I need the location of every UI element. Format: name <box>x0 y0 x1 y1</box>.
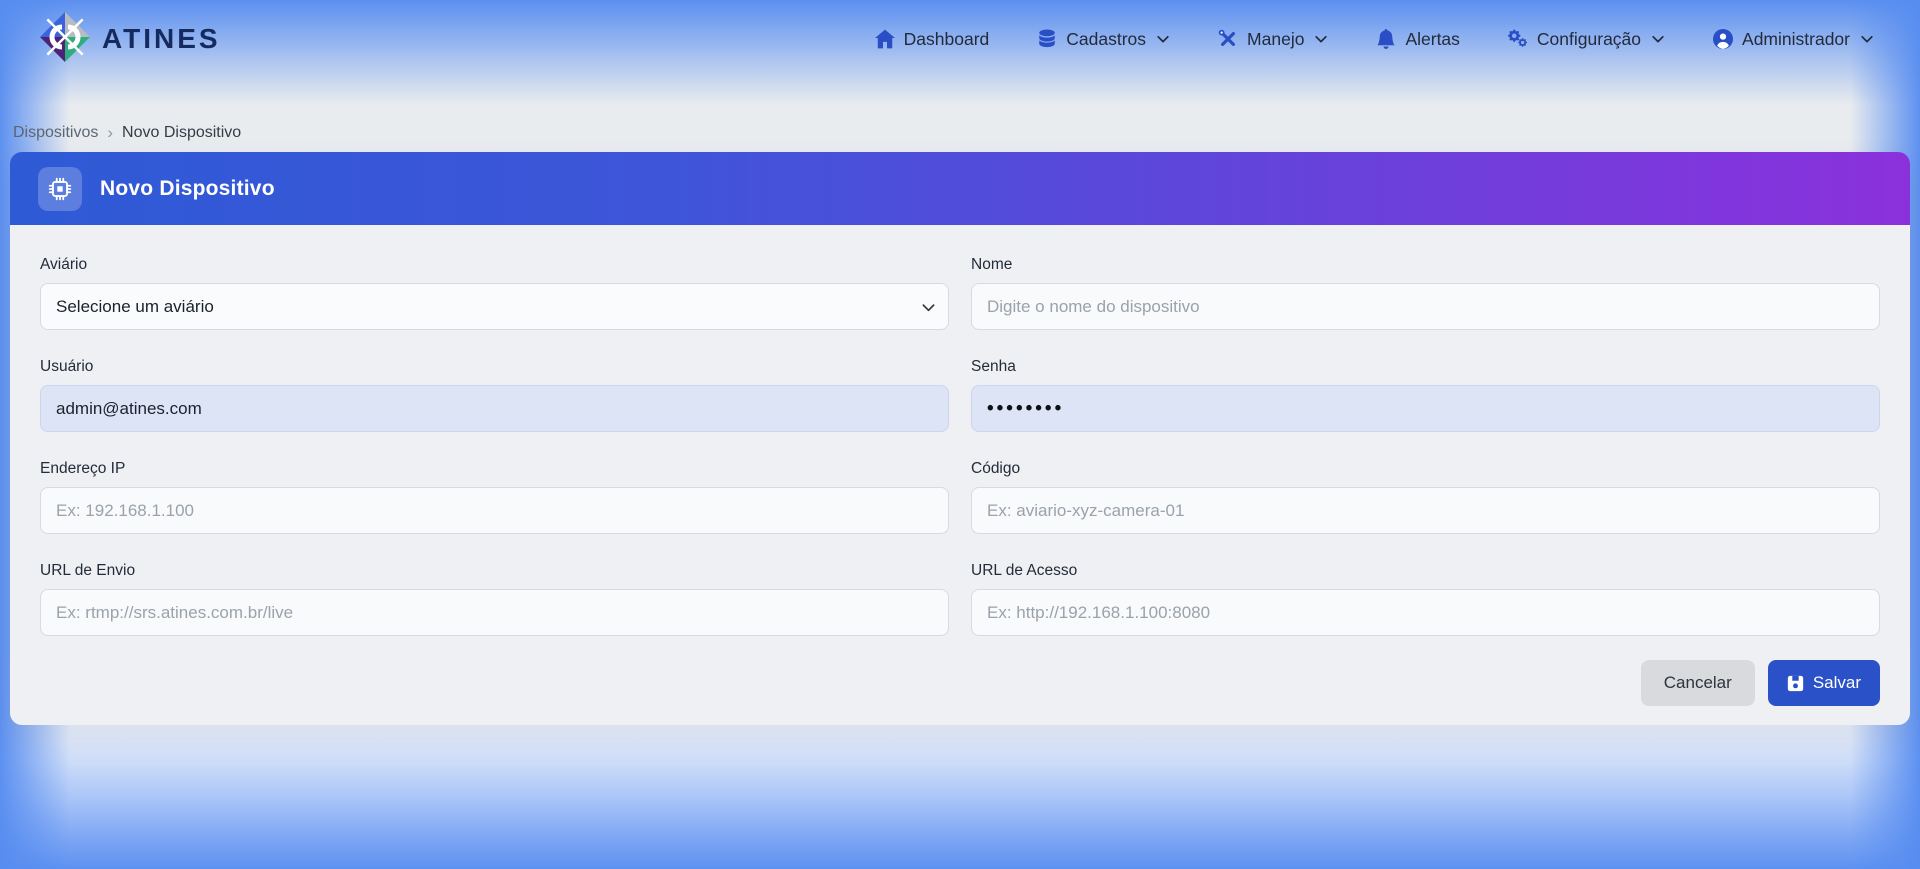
nav-label: Configuração <box>1537 29 1641 50</box>
aviario-select[interactable]: Selecione um aviário <box>40 283 949 330</box>
cancel-button[interactable]: Cancelar <box>1641 660 1755 706</box>
nav-items: Dashboard Cadastros <box>875 29 1874 50</box>
codigo-label: Código <box>971 459 1880 479</box>
url-envio-input[interactable] <box>40 589 949 636</box>
save-button-label: Salvar <box>1813 673 1861 693</box>
card-title: Novo Dispositivo <box>100 177 275 201</box>
nome-label: Nome <box>971 255 1880 275</box>
senha-label: Senha <box>971 357 1880 377</box>
chevron-down-icon <box>1314 32 1328 46</box>
save-floppy-icon <box>1787 675 1804 692</box>
field-group-senha: Senha <box>971 357 1880 432</box>
cancel-button-label: Cancelar <box>1664 673 1732 693</box>
save-button[interactable]: Salvar <box>1768 660 1880 706</box>
brand-name: ATINES <box>102 23 221 55</box>
gears-icon <box>1508 29 1528 49</box>
atines-diamond-logo-icon <box>38 10 92 69</box>
nav-item-cadastros[interactable]: Cadastros <box>1037 29 1170 50</box>
usuario-label: Usuário <box>40 357 949 377</box>
nav-item-alertas[interactable]: Alertas <box>1376 29 1459 50</box>
codigo-input[interactable] <box>971 487 1880 534</box>
url-acesso-input[interactable] <box>971 589 1880 636</box>
chevron-down-icon <box>1860 32 1874 46</box>
field-group-nome: Nome <box>971 255 1880 330</box>
card-body: Aviário Selecione um aviário Nome Usuári… <box>10 225 1910 725</box>
home-icon <box>875 29 895 49</box>
breadcrumb-current: Novo Dispositivo <box>122 124 241 142</box>
endereco-ip-label: Endereço IP <box>40 459 949 479</box>
nav-item-manejo[interactable]: Manejo <box>1218 29 1328 50</box>
nav-item-dashboard[interactable]: Dashboard <box>875 29 990 50</box>
nome-input[interactable] <box>971 283 1880 330</box>
field-group-aviario: Aviário Selecione um aviário <box>40 255 949 330</box>
nav-item-administrador[interactable]: Administrador <box>1713 29 1874 50</box>
nav-label: Cadastros <box>1066 29 1146 50</box>
form-actions: Cancelar Salvar <box>40 660 1880 706</box>
field-group-url-envio: URL de Envio <box>40 561 949 636</box>
field-group-usuario: Usuário <box>40 357 949 432</box>
person-circle-icon <box>1713 29 1733 49</box>
nav-label: Dashboard <box>904 29 990 50</box>
field-group-endereco-ip: Endereço IP <box>40 459 949 534</box>
top-navbar: ATINES Dashboard Cadastros <box>0 0 1920 78</box>
usuario-input[interactable] <box>40 385 949 432</box>
brand-logo[interactable]: ATINES <box>38 10 221 69</box>
chevron-down-icon <box>1156 32 1170 46</box>
breadcrumb-dispositivos-link[interactable]: Dispositivos <box>13 124 98 142</box>
new-device-card: Novo Dispositivo Aviário Selecione um av… <box>10 152 1910 725</box>
tools-icon <box>1218 29 1238 49</box>
endereco-ip-input[interactable] <box>40 487 949 534</box>
chevron-down-icon <box>1651 32 1665 46</box>
senha-input[interactable] <box>971 385 1880 432</box>
breadcrumb: Dispositivos › Novo Dispositivo <box>0 78 1920 152</box>
url-envio-label: URL de Envio <box>40 561 949 581</box>
bell-icon <box>1376 29 1396 49</box>
nav-label: Alertas <box>1405 29 1459 50</box>
field-group-url-acesso: URL de Acesso <box>971 561 1880 636</box>
breadcrumb-separator: › <box>107 123 113 143</box>
nav-label: Administrador <box>1742 29 1850 50</box>
database-icon <box>1037 29 1057 49</box>
chip-icon <box>38 167 82 211</box>
nav-label: Manejo <box>1247 29 1304 50</box>
nav-item-configuracao[interactable]: Configuração <box>1508 29 1665 50</box>
card-header: Novo Dispositivo <box>10 152 1910 225</box>
device-form: Aviário Selecione um aviário Nome Usuári… <box>40 255 1880 636</box>
aviario-label: Aviário <box>40 255 949 275</box>
field-group-codigo: Código <box>971 459 1880 534</box>
url-acesso-label: URL de Acesso <box>971 561 1880 581</box>
